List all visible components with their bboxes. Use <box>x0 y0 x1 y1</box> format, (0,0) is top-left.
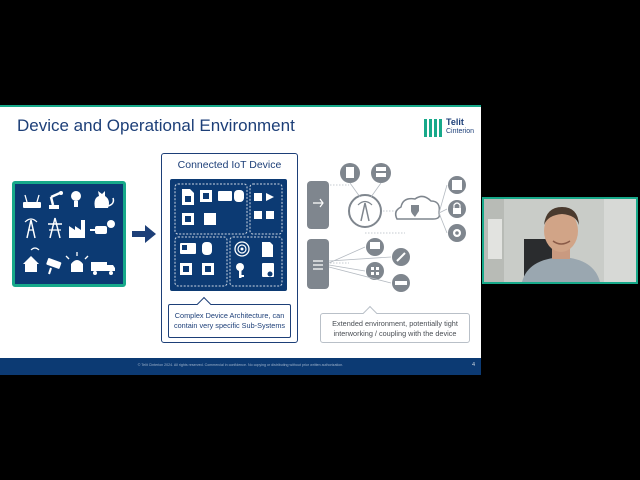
id-card-icon <box>180 243 196 254</box>
database-icon <box>234 190 244 202</box>
gpu-icon <box>218 191 232 201</box>
database-icon <box>202 242 212 255</box>
page-number: 4 <box>471 362 475 368</box>
gear-icon <box>448 224 466 242</box>
slide-title: Device and Operational Environment <box>17 116 295 135</box>
sim-card-icon <box>182 189 194 205</box>
chip-icon <box>180 263 192 275</box>
power-pylon-icon <box>48 217 62 239</box>
wireless-icon <box>307 181 329 229</box>
slide-top-rule <box>0 105 481 107</box>
connected-iot-device-card: Connected IoT Device Complex Device Arch… <box>161 153 298 343</box>
plug-icon <box>90 220 115 234</box>
device-subsystems-grid <box>170 179 287 291</box>
company-logo: Telit Cinterion <box>424 117 478 139</box>
logo-text-line1: Telit <box>446 117 464 127</box>
router-icon <box>23 194 41 208</box>
lock-icon <box>448 200 466 218</box>
truck-icon <box>91 262 115 275</box>
fingerprint-icon <box>234 241 250 257</box>
process-flow-icon <box>254 193 274 219</box>
device-caption-callout: Complex Device Architecture, can contain… <box>168 296 291 338</box>
presenter-video-feed <box>484 199 636 282</box>
chip-icon <box>182 213 194 225</box>
environment-caption-text: Extended environment, potentially tight … <box>332 319 458 338</box>
device-caption-text: Complex Device Architecture, can contain… <box>173 311 286 330</box>
router-icon <box>392 274 410 292</box>
footer-copyright: © Telit Cinterion 2024. All rights reser… <box>137 363 344 367</box>
factory-icon <box>69 220 85 238</box>
plug-icon <box>392 248 410 266</box>
iot-use-case-panel <box>12 181 126 287</box>
alarm-light-icon <box>65 252 89 272</box>
key-icon <box>236 263 244 278</box>
certificate-icon <box>262 263 274 277</box>
camera-icon <box>46 258 62 275</box>
storage-icon <box>448 176 466 194</box>
logo-text-line2: Cinterion <box>446 128 475 135</box>
cpu-chip-icon <box>200 190 212 202</box>
satellite-tower-icon <box>24 218 38 239</box>
slide-footer: © Telit Cinterion 2024. All rights reser… <box>0 358 481 375</box>
server-icon <box>371 163 391 183</box>
lightbulb-icon <box>71 191 81 207</box>
cell-tower-icon <box>348 194 382 228</box>
smart-home-icon <box>23 247 40 272</box>
presenter-video-tile[interactable] <box>482 197 638 284</box>
cpu-chip-icon <box>204 213 216 225</box>
operational-environment-diagram <box>305 153 475 303</box>
robot-arm-icon <box>49 191 63 209</box>
serial-port-icon <box>307 239 329 289</box>
sd-card-icon <box>262 242 273 257</box>
document-icon <box>340 163 360 183</box>
device-card-title: Connected IoT Device <box>177 159 282 171</box>
monitor-icon <box>366 238 384 256</box>
chip-icon <box>202 263 214 275</box>
logo-mark-icon <box>424 119 444 137</box>
cat-icon <box>94 191 115 208</box>
presentation-slide: Device and Operational Environment Telit… <box>0 105 481 375</box>
cloud-shield-icon <box>394 195 441 220</box>
arrow-right-icon <box>132 225 156 243</box>
environment-caption-callout: Extended environment, potentially tight … <box>320 305 470 343</box>
